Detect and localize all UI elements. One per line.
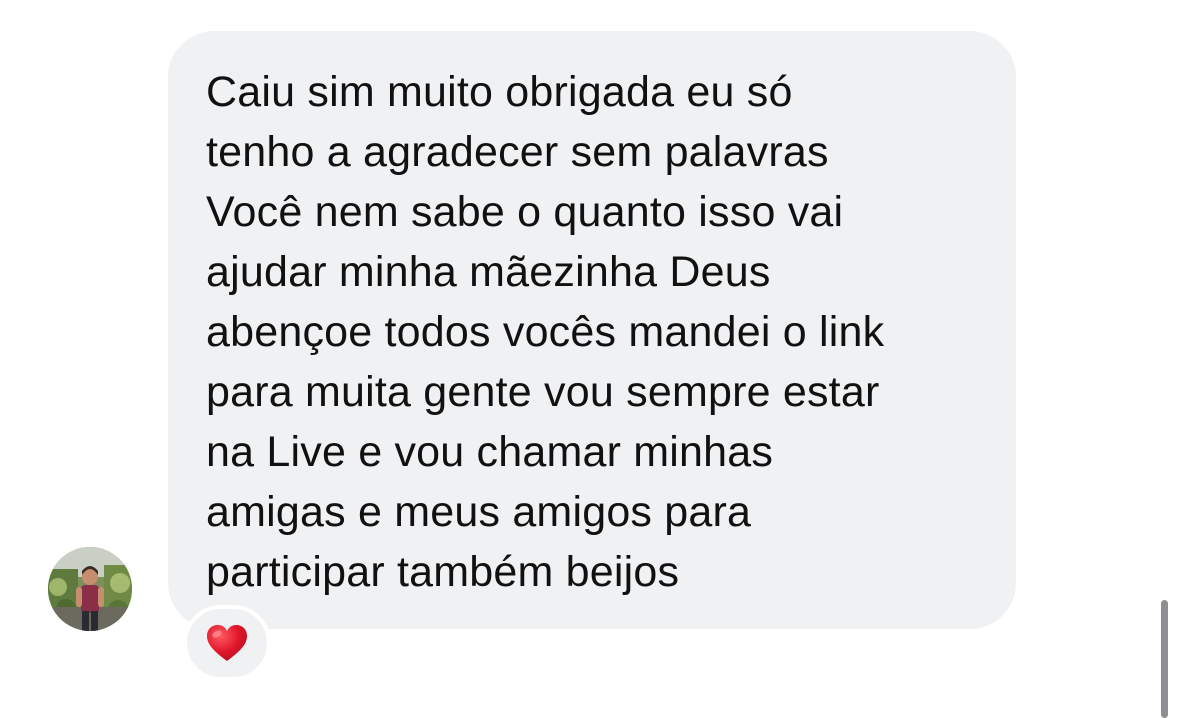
message-text: Caiu sim muito obrigada eu só tenho a ag…: [206, 62, 996, 602]
red-heart-icon: [207, 625, 247, 661]
reaction-badge[interactable]: [183, 605, 271, 681]
message-line: na Live e vou chamar minhas: [206, 428, 774, 476]
sender-avatar[interactable]: [48, 547, 132, 631]
scrollbar[interactable]: [1161, 600, 1168, 718]
message-thread: Caiu sim muito obrigada eu só tenho a ag…: [0, 0, 1179, 718]
message-line: tenho a agradecer sem palavras: [206, 128, 829, 176]
message-line: amigas e meus amigos para: [206, 488, 752, 536]
message-line: Você nem sabe o quanto isso vai: [206, 188, 844, 236]
message-line: Caiu sim muito obrigada eu só: [206, 68, 793, 116]
message-line: participar também beijos: [206, 548, 680, 596]
message-line: ajudar minha mãezinha Deus: [206, 248, 771, 296]
message-line: abençoe todos vocês mandei o link: [206, 308, 885, 356]
message-line: para muita gente vou sempre estar: [206, 368, 880, 416]
avatar-photo: [48, 547, 132, 631]
